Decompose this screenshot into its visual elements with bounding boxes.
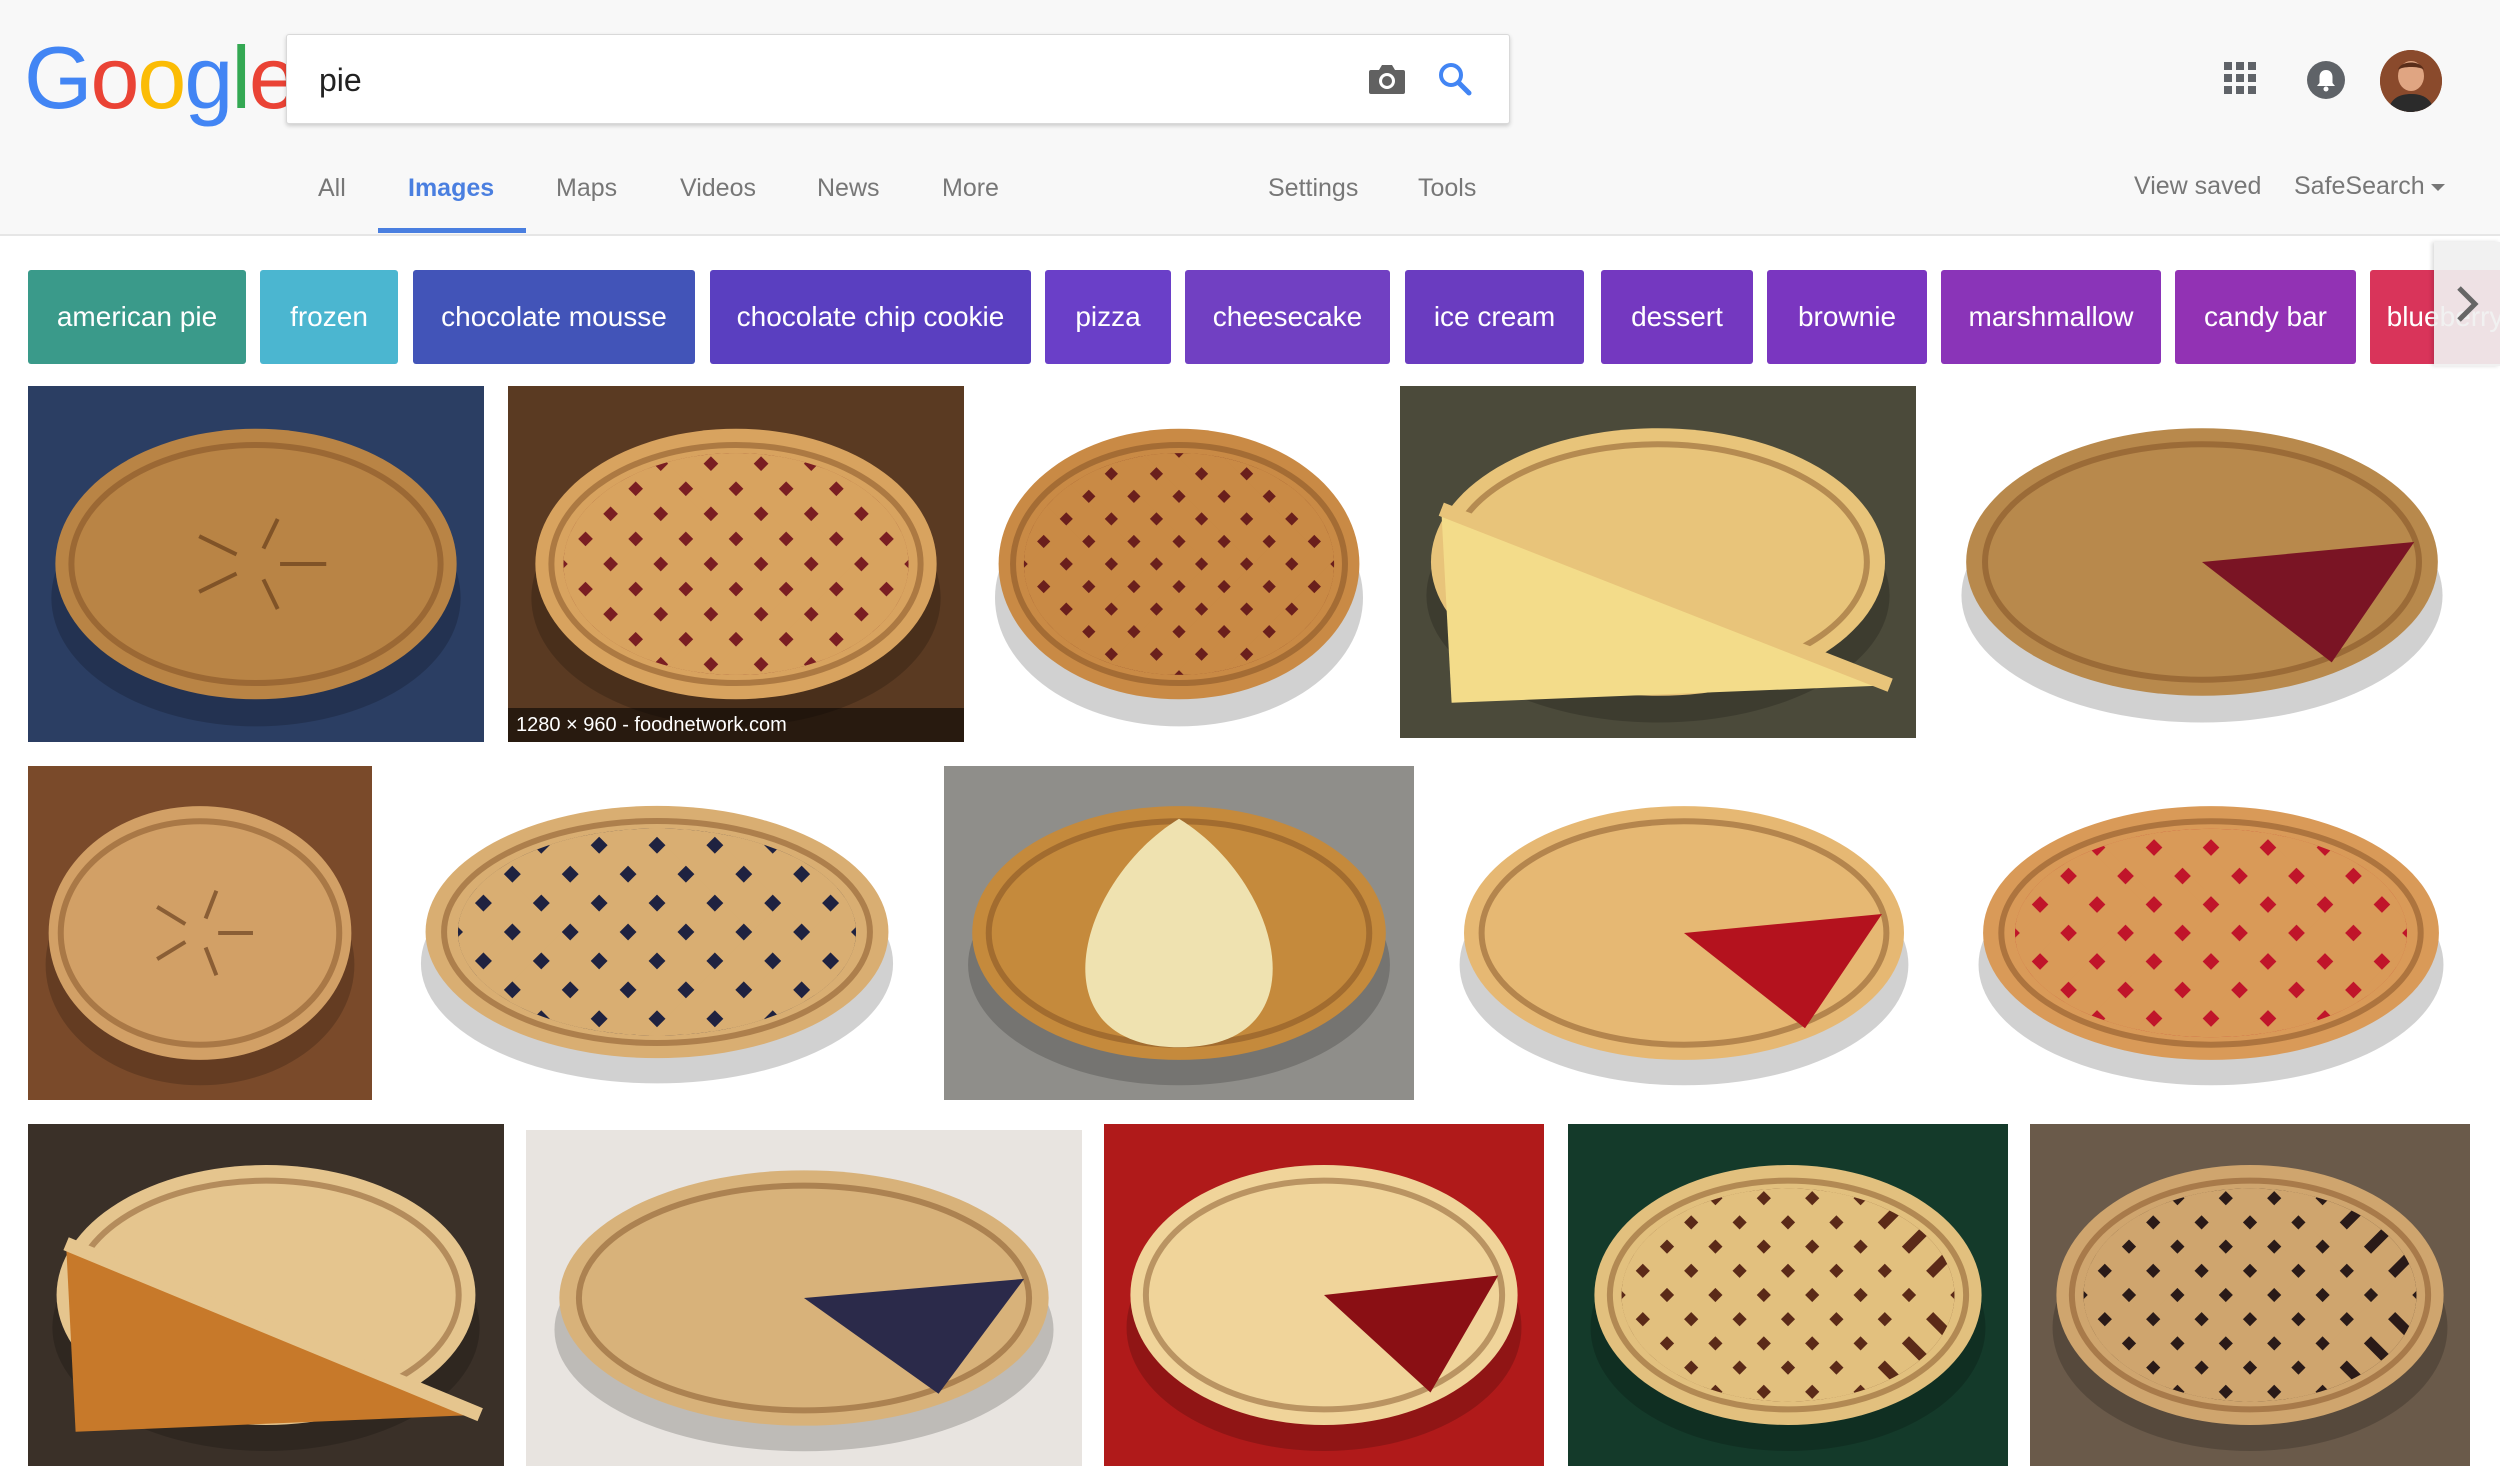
related-search-chip[interactable]: frozen <box>260 270 398 364</box>
pie-image-13 <box>1104 1124 1544 1466</box>
tab-more[interactable]: More <box>942 174 999 203</box>
image-result[interactable] <box>1952 766 2470 1100</box>
image-result[interactable] <box>28 1124 504 1466</box>
image-caption: 1280 × 960 - foodnetwork.com <box>508 708 964 742</box>
image-result[interactable] <box>974 386 1384 742</box>
tab-videos[interactable]: Videos <box>680 174 756 203</box>
tab-news[interactable]: News <box>817 174 880 203</box>
pie-image-4 <box>1400 386 1916 738</box>
image-result[interactable] <box>1568 1124 2008 1466</box>
image-result[interactable] <box>394 766 920 1098</box>
pie-image-8 <box>944 766 1414 1100</box>
camera-icon[interactable] <box>1365 57 1409 101</box>
chip-label: chocolate chip cookie <box>736 301 1005 332</box>
image-result[interactable] <box>28 386 484 742</box>
pie-image-11 <box>28 1124 504 1466</box>
safesearch-label: SafeSearch <box>2294 172 2425 200</box>
chevron-right-icon <box>2457 286 2479 322</box>
chips-next-button[interactable] <box>2434 242 2500 366</box>
image-result[interactable] <box>1400 386 1916 738</box>
related-search-chip[interactable]: marshmallow <box>1941 270 2161 364</box>
related-search-chip[interactable]: dessert <box>1601 270 1753 364</box>
logo-letter: o <box>137 28 186 127</box>
pie-image-14 <box>1568 1124 2008 1466</box>
image-result[interactable] <box>28 766 372 1100</box>
tab-images[interactable]: Images <box>408 174 494 203</box>
related-search-chip[interactable]: american pie <box>28 270 246 364</box>
header: Google pie All Images Maps Videos News M… <box>0 0 2500 236</box>
settings-link[interactable]: Settings <box>1268 174 1358 203</box>
chip-label: marshmallow <box>1968 301 2134 332</box>
chevron-down-icon <box>2430 183 2445 191</box>
user-avatar[interactable] <box>2380 50 2442 112</box>
chip-label: cheesecake <box>1212 301 1363 332</box>
chip-label: frozen <box>290 301 368 332</box>
image-result[interactable] <box>944 766 1414 1100</box>
search-icon[interactable] <box>1431 55 1479 103</box>
notifications-bell-icon[interactable] <box>2306 60 2346 100</box>
chip-label: dessert <box>1631 301 1723 332</box>
logo-letter: o <box>90 28 139 127</box>
chip-label: brownie <box>1797 301 1897 332</box>
pie-image-15 <box>2030 1124 2470 1466</box>
related-searches-chips: american pie frozen chocolate mousse chocol… <box>28 270 2500 364</box>
related-search-chip[interactable]: cheesecake <box>1185 270 1390 364</box>
tab-all[interactable]: All <box>318 174 346 203</box>
pie-image-9 <box>1434 766 1934 1100</box>
logo-letter: G <box>24 28 92 127</box>
logo-letter: l <box>231 28 251 127</box>
search-tabs: All Images Maps Videos News More <box>0 150 2500 234</box>
pie-image-2 <box>508 386 964 742</box>
image-result[interactable] <box>1434 766 1934 1100</box>
apps-grid-icon[interactable] <box>2222 60 2258 96</box>
chip-label: pizza <box>1075 301 1141 332</box>
chip-label: chocolate mousse <box>441 301 667 332</box>
pie-image-1 <box>28 386 484 742</box>
image-result[interactable]: 1280 × 960 - foodnetwork.com <box>508 386 964 742</box>
image-result[interactable] <box>1934 386 2470 738</box>
search-input[interactable] <box>317 51 1301 109</box>
related-search-chip[interactable]: pizza <box>1045 270 1171 364</box>
pie-image-12 <box>526 1130 1082 1466</box>
pie-image-3 <box>974 386 1384 742</box>
tools-link[interactable]: Tools <box>1418 174 1476 203</box>
image-result[interactable] <box>1104 1124 1544 1466</box>
tab-maps[interactable]: Maps <box>556 174 617 203</box>
image-result[interactable] <box>2030 1124 2470 1466</box>
related-search-chip[interactable]: chocolate mousse <box>413 270 695 364</box>
active-tab-indicator <box>378 228 526 233</box>
related-search-chip[interactable]: ice cream <box>1405 270 1584 364</box>
related-search-chip[interactable]: chocolate chip cookie <box>710 270 1031 364</box>
pie-image-5 <box>1934 386 2470 738</box>
related-search-chip[interactable]: brownie <box>1767 270 1927 364</box>
chip-label: candy bar <box>2204 301 2327 332</box>
pie-image-6 <box>28 766 372 1100</box>
chip-label: american pie <box>56 301 218 332</box>
chip-label: ice cream <box>1433 301 1556 332</box>
pie-image-10 <box>1952 766 2470 1100</box>
image-result[interactable] <box>526 1130 1082 1466</box>
related-search-chip[interactable]: candy bar <box>2175 270 2356 364</box>
pie-image-7 <box>394 766 920 1098</box>
view-saved-link[interactable]: View saved <box>2134 172 2261 201</box>
safesearch-dropdown[interactable]: SafeSearch <box>2294 172 2445 201</box>
logo-letter: g <box>184 28 233 127</box>
google-logo[interactable]: Google <box>24 28 298 128</box>
search-box <box>286 34 1510 124</box>
